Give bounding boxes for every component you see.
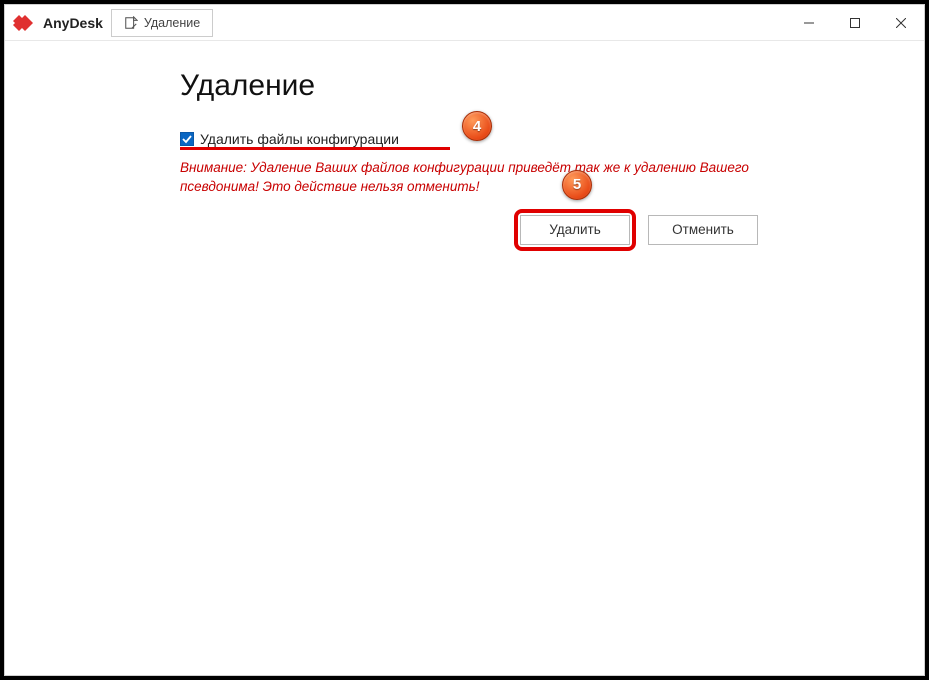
minimize-button[interactable] (786, 5, 832, 40)
checkbox-label: Удалить файлы конфигурации (200, 131, 399, 147)
window-controls (786, 5, 924, 40)
delete-config-checkbox[interactable] (180, 132, 194, 146)
tab-label: Удаление (144, 16, 200, 30)
tab-delete[interactable]: Удаление (111, 9, 213, 37)
warning-text: Внимание: Удаление Ваших файлов конфигур… (180, 159, 770, 197)
minimize-icon (804, 18, 814, 28)
app-window: AnyDesk Удаление (4, 4, 925, 676)
cancel-button[interactable]: Отменить (648, 215, 758, 245)
tab-page-icon (124, 16, 138, 30)
close-icon (896, 18, 906, 28)
delete-button-wrapper: Удалить 5 (520, 215, 630, 245)
page-title: Удаление (180, 69, 820, 103)
app-name: AnyDesk (43, 15, 103, 31)
maximize-icon (850, 18, 860, 28)
titlebar: AnyDesk Удаление (5, 5, 924, 41)
anydesk-logo-icon (13, 11, 37, 35)
checkbox-row: Удалить файлы конфигурации 4 (180, 131, 820, 147)
annotation-underline (180, 147, 450, 150)
annotation-step-4: 4 (462, 111, 492, 141)
content-area: Удаление Удалить файлы конфигурации 4 Вн… (5, 41, 924, 675)
button-row: Удалить 5 Отменить (520, 215, 820, 245)
maximize-button[interactable] (832, 5, 878, 40)
delete-button[interactable]: Удалить (520, 215, 630, 245)
close-button[interactable] (878, 5, 924, 40)
checkmark-icon (182, 134, 192, 144)
